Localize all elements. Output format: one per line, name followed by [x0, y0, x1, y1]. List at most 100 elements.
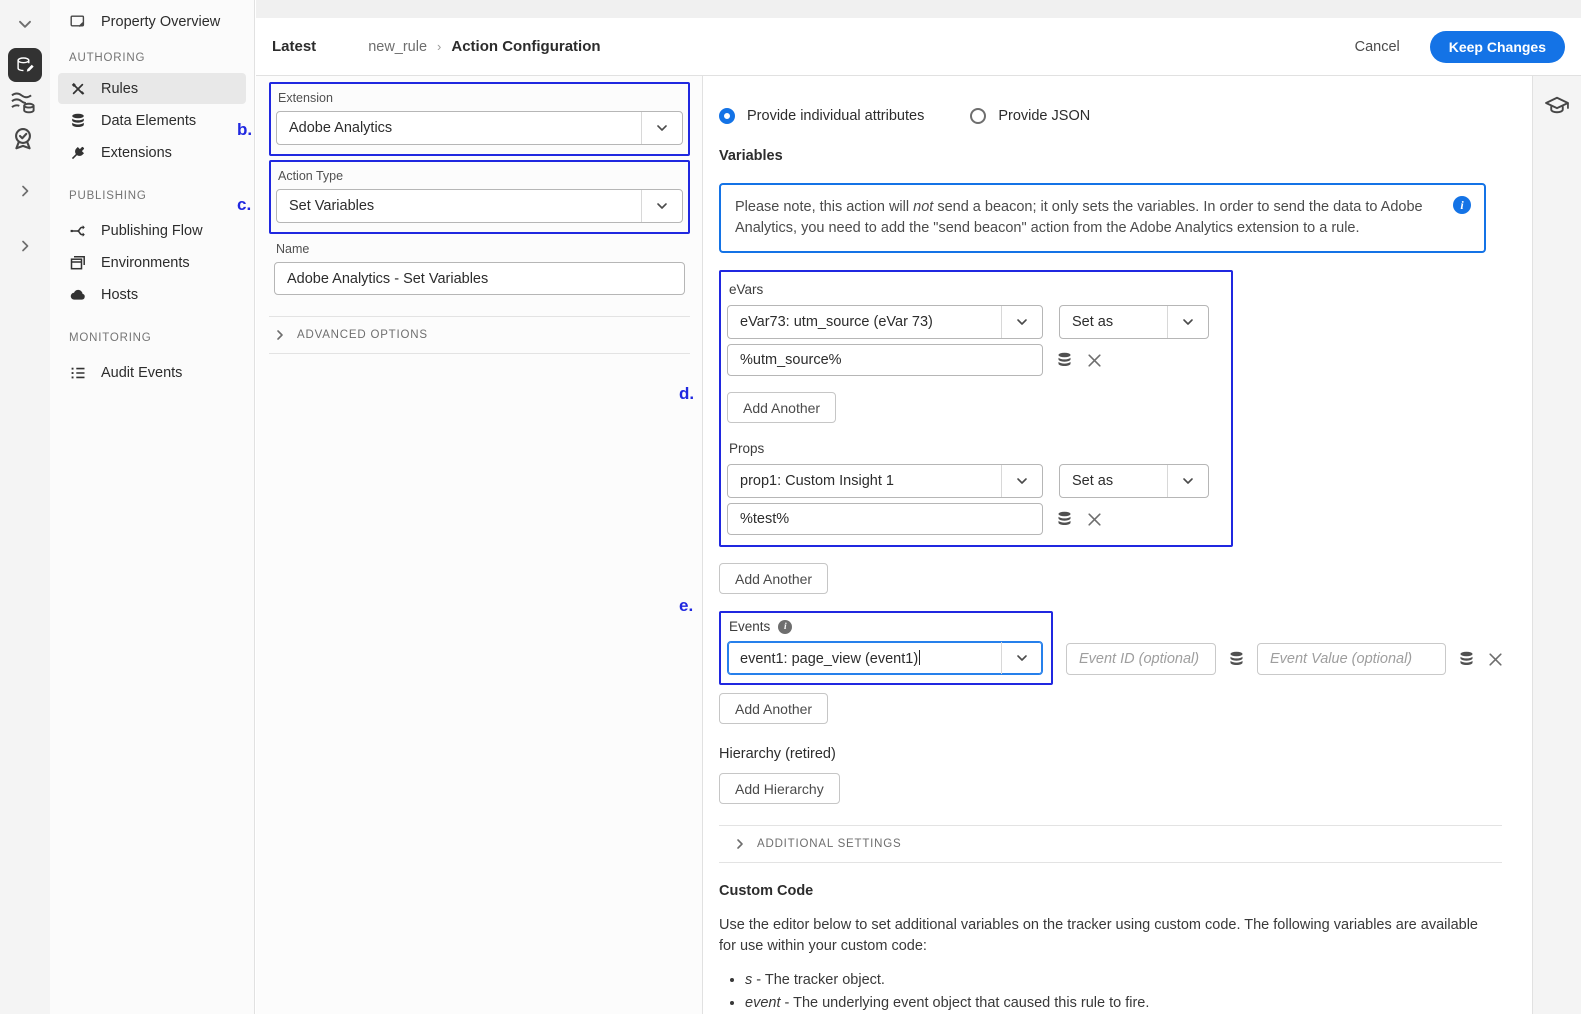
chevron-down-icon	[641, 112, 682, 144]
variables-heading: Variables	[719, 148, 783, 164]
radio-provide-json[interactable]	[970, 108, 987, 124]
sidebar-item-extensions[interactable]: Extensions	[58, 137, 246, 168]
sidebar-section-monitoring: MONITORING	[69, 332, 152, 344]
app-window: Property Overview AUTHORING Rules Data E…	[0, 0, 1581, 1014]
annotation-box-events: Events i event1: page_view (event1)	[719, 611, 1053, 685]
chevron-right-icon	[277, 330, 283, 340]
action-settings-panel: Extension Adobe Analytics Action Type Se…	[256, 76, 703, 1014]
event-variable-combobox[interactable]: event1: page_view (event1)	[727, 641, 1043, 675]
text-cursor	[919, 649, 921, 665]
event-value-input[interactable]	[1257, 643, 1446, 675]
annotation-box-extension: Extension Adobe Analytics	[269, 82, 690, 156]
prop-mode-select[interactable]: Set as	[1059, 464, 1209, 498]
data-element-picker-icon[interactable]	[1055, 510, 1074, 528]
data-elements-icon	[69, 112, 87, 130]
evars-add-another-button[interactable]: Add Another	[727, 392, 837, 423]
sidebar-item-data-elements[interactable]: Data Elements	[58, 105, 246, 136]
breadcrumb-library[interactable]: Latest	[272, 38, 316, 55]
remove-evar-icon[interactable]	[1086, 352, 1103, 369]
data-collection-app-icon[interactable]	[8, 48, 42, 82]
property-overview-icon	[69, 13, 87, 31]
data-element-picker-icon[interactable]	[1055, 351, 1074, 369]
custom-code-variables-list: s - The tracker object. event - The unde…	[745, 970, 1494, 1014]
expand-chevron-right-icon[interactable]	[0, 182, 50, 200]
hierarchy-heading: Hierarchy (retired)	[719, 746, 836, 762]
annotation-letter-b: b.	[237, 120, 253, 139]
annotation-letter-c: c.	[237, 195, 252, 214]
evar-variable-select[interactable]: eVar73: utm_source (eVar 73)	[727, 305, 1043, 339]
custom-code-heading: Custom Code	[719, 883, 814, 899]
sidebar-item-label: Extensions	[101, 144, 172, 161]
prop-value-input[interactable]	[727, 503, 1043, 535]
sidebar-item-label: Environments	[101, 254, 190, 271]
permissions-badge-icon[interactable]	[8, 124, 42, 154]
data-element-picker-icon[interactable]	[1227, 650, 1246, 668]
chevron-down-icon	[1001, 306, 1042, 338]
sidebar-item-label: Data Elements	[101, 112, 197, 129]
sidebar-section-publishing: PUBLISHING	[69, 190, 147, 202]
events-heading: Events	[729, 619, 771, 634]
publishing-flow-icon	[69, 222, 87, 240]
learning-graduation-cap-icon[interactable]	[1543, 92, 1571, 1014]
hosts-icon	[69, 286, 87, 304]
sidebar-item-rules[interactable]: Rules	[58, 73, 246, 104]
chevron-down-icon	[1001, 465, 1042, 497]
props-add-another-button[interactable]: Add Another	[719, 563, 829, 594]
events-info-icon[interactable]: i	[778, 619, 793, 634]
sidebar-item-label: Audit Events	[101, 364, 183, 381]
sidebar-section-authoring: AUTHORING	[69, 52, 146, 64]
remove-event-icon[interactable]	[1487, 651, 1504, 668]
action-type-select[interactable]: Set Variables	[276, 189, 683, 223]
expand-chevron-right-icon-2[interactable]	[0, 237, 50, 255]
sidebar-item-publishing-flow[interactable]: Publishing Flow	[58, 215, 246, 246]
keep-changes-button[interactable]: Keep Changes	[1429, 30, 1565, 63]
remove-prop-icon[interactable]	[1086, 511, 1103, 528]
radio-provide-individual-attributes[interactable]	[719, 108, 735, 124]
chevron-right-icon	[737, 839, 743, 849]
environments-icon	[69, 254, 87, 272]
name-label: Name	[276, 242, 310, 256]
datastreams-icon[interactable]	[8, 88, 42, 116]
sidebar-item-audit-events[interactable]: Audit Events	[58, 357, 246, 388]
main-area: Latest new_rule › Action Configuration C…	[256, 0, 1581, 1014]
custom-code-description: Use the editor below to set additional v…	[719, 917, 1478, 954]
sidebar-item-hosts[interactable]: Hosts	[58, 279, 246, 310]
left-nav-sidebar: Property Overview AUTHORING Rules Data E…	[50, 0, 255, 1014]
evar-mode-select[interactable]: Set as	[1059, 305, 1209, 339]
sidebar-item-label: Rules	[101, 80, 139, 97]
collapse-chevron-down-icon[interactable]	[0, 14, 50, 34]
advanced-options-toggle[interactable]: ADVANCED OPTIONS	[269, 316, 690, 354]
beacon-note: Please note, this action will not send a…	[719, 183, 1486, 253]
rules-icon	[69, 80, 87, 98]
event-id-input[interactable]	[1066, 643, 1216, 675]
sidebar-item-label: Hosts	[101, 286, 139, 303]
chevron-down-icon	[1001, 642, 1042, 674]
annotation-box-evars-props: eVars eVar73: utm_source (eVar 73) Set a…	[719, 270, 1233, 547]
events-add-another-button[interactable]: Add Another	[719, 693, 829, 724]
evar-value-input[interactable]	[727, 344, 1043, 376]
breadcrumb-chevron-icon: ›	[437, 39, 442, 54]
page-backdrop-strip	[256, 0, 1581, 18]
extension-select[interactable]: Adobe Analytics	[276, 111, 683, 145]
prop-variable-select[interactable]: prop1: Custom Insight 1	[727, 464, 1043, 498]
annotation-letter-d: d.	[679, 384, 695, 403]
info-icon: i	[1453, 196, 1471, 214]
props-heading: Props	[729, 441, 765, 456]
sidebar-item-property-overview[interactable]: Property Overview	[58, 6, 246, 37]
sidebar-item-environments[interactable]: Environments	[58, 247, 246, 278]
annotation-box-action-type: Action Type Set Variables	[269, 160, 690, 234]
annotation-letter-e: e.	[679, 596, 694, 615]
set-variables-editor: Provide individual attributes Provide JS…	[703, 76, 1532, 1014]
action-type-label: Action Type	[278, 169, 344, 183]
app-icon-rail	[0, 0, 50, 1014]
add-hierarchy-button[interactable]: Add Hierarchy	[719, 773, 840, 804]
cancel-button[interactable]: Cancel	[1355, 39, 1400, 55]
extension-label: Extension	[278, 91, 333, 105]
data-element-picker-icon[interactable]	[1457, 650, 1476, 668]
additional-settings-toggle[interactable]: ADDITIONAL SETTINGS	[719, 826, 1502, 863]
audit-events-icon	[69, 364, 87, 382]
breadcrumb-rule[interactable]: new_rule	[368, 39, 427, 55]
action-name-input[interactable]	[274, 262, 685, 295]
sidebar-item-label: Property Overview	[101, 13, 221, 30]
action-config-header: Latest new_rule › Action Configuration C…	[256, 18, 1581, 76]
